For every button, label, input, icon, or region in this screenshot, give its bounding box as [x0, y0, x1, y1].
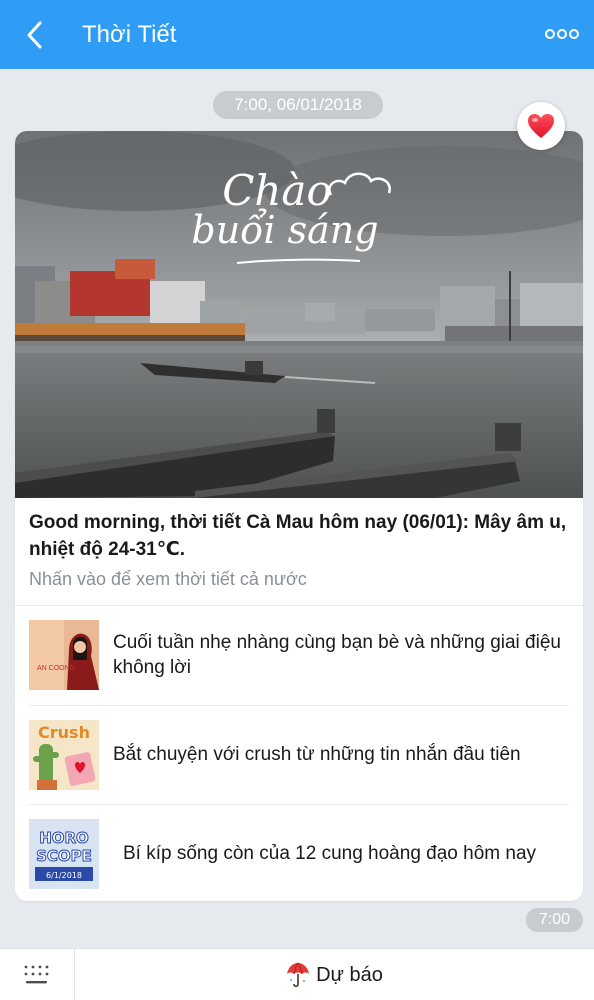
keyboard-button[interactable]	[0, 949, 75, 1000]
article-thumbnail: HORO SCOPE 6/1/2018	[29, 819, 99, 889]
article-item-crush[interactable]: Crush Bắt chuyện với crush từ những tin …	[15, 705, 583, 805]
back-button[interactable]	[0, 0, 70, 69]
bottom-bar: Dự báo	[0, 948, 594, 1000]
greeting-line-2: buổi sáng	[191, 208, 378, 252]
weather-headline[interactable]: Good morning, thời tiết Cà Mau hôm nay (…	[29, 509, 569, 563]
article-thumbnail: AN COONG	[29, 620, 99, 690]
cloud-doodle	[328, 172, 391, 196]
date-stamp: 7:00, 06/01/2018	[213, 91, 383, 119]
svg-text:Crush: Crush	[38, 723, 90, 742]
greeting-overlay: Chào buổi sáng	[191, 166, 391, 264]
article-thumbnail: Crush	[29, 720, 99, 790]
svg-text:6/1/2018: 6/1/2018	[46, 871, 82, 880]
umbrella-icon	[286, 962, 310, 988]
svg-text:AN COONG: AN COONG	[37, 665, 75, 672]
underline-stroke	[236, 258, 361, 264]
forecast-label: Dự báo	[316, 963, 383, 986]
keyboard-icon	[24, 965, 49, 984]
message-time: 7:00	[526, 908, 583, 932]
article-title: Cuối tuần nhẹ nhàng cùng bạn bè và những…	[113, 632, 561, 678]
article-title: Bắt chuyện với crush từ những tin nhắn đ…	[113, 744, 521, 765]
more-dots-icon	[545, 29, 579, 39]
chevron-left-icon	[27, 21, 42, 48]
article-title: Bí kíp sống còn của 12 cung hoàng đạo hô…	[123, 843, 537, 864]
hero-image[interactable]: Chào buổi sáng	[15, 131, 583, 498]
more-options-button[interactable]	[540, 17, 584, 51]
news-card: Chào buổi sáng Good morning, thời tiết C…	[15, 131, 583, 901]
heart-icon	[528, 114, 554, 138]
app-header: Thời Tiết	[0, 0, 594, 69]
weather-subline[interactable]: Nhấn vào để xem thời tiết cả nước	[29, 569, 569, 590]
svg-text:HORO: HORO	[39, 829, 89, 847]
article-item-music[interactable]: AN COONG Cuối tuần nhẹ nhàng cùng bạn bè…	[15, 605, 583, 705]
svg-text:SCOPE: SCOPE	[36, 847, 92, 865]
article-item-horoscope[interactable]: HORO SCOPE 6/1/2018 Bí kíp sống còn của …	[15, 804, 583, 901]
reaction-button[interactable]	[517, 102, 565, 150]
forecast-button[interactable]: Dự báo	[75, 949, 594, 1000]
page-title: Thời Tiết	[82, 20, 177, 48]
